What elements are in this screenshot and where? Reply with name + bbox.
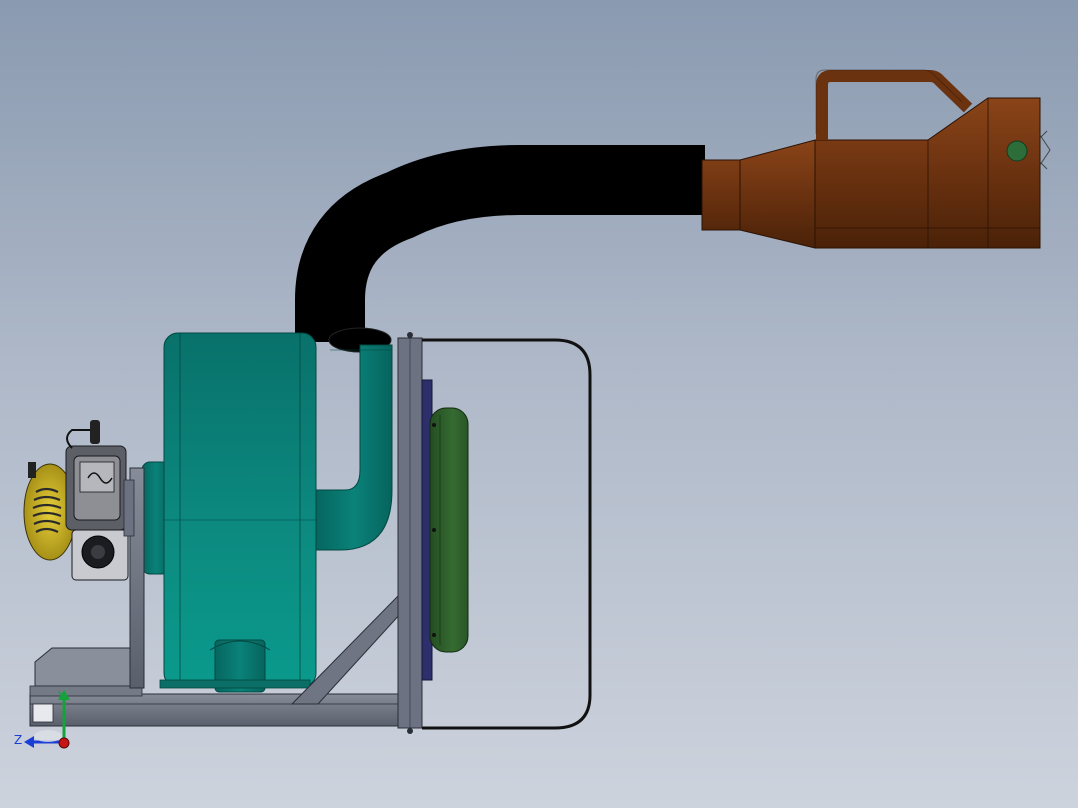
filter-assembly[interactable]: [421, 379, 469, 681]
nozzle-handle-assembly[interactable]: [701, 69, 1051, 249]
z-axis-label: Z: [14, 733, 22, 747]
blower-assembly-model[interactable]: Y Z: [0, 0, 1078, 808]
flex-duct[interactable]: [295, 145, 705, 353]
trigger-button-part[interactable]: [1006, 140, 1028, 162]
cad-viewport[interactable]: Y Z: [0, 0, 1078, 808]
gas-engine[interactable]: [23, 420, 135, 581]
y-axis-label: Y: [57, 689, 66, 703]
fan-housing[interactable]: [141, 332, 393, 693]
